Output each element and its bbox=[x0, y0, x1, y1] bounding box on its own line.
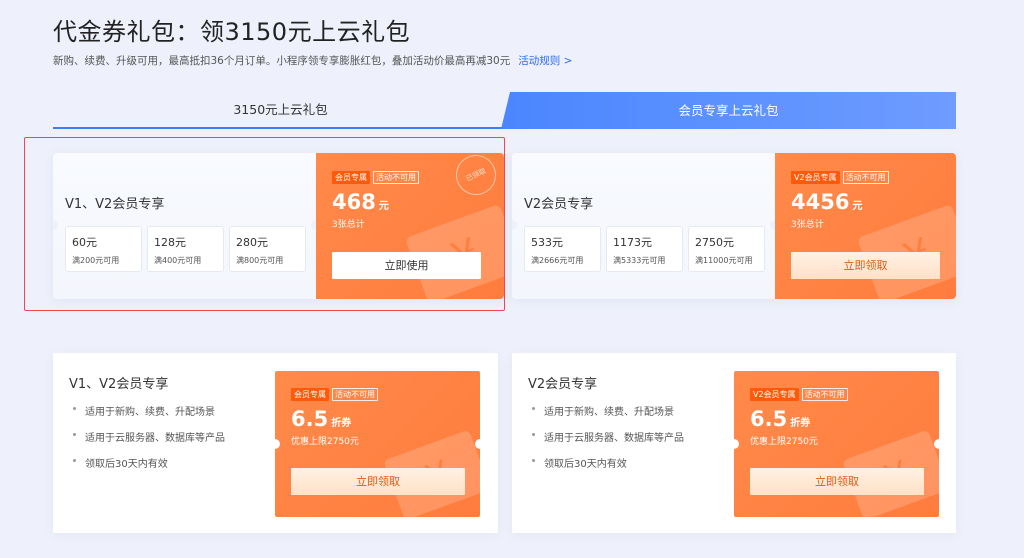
voucher-condition: 满5333元可用 bbox=[613, 256, 666, 265]
discount-cap: 优惠上限2750元 bbox=[291, 437, 359, 447]
total-unit: 元 bbox=[852, 201, 863, 212]
feature-item: 适用于新购、续费、升配场景 bbox=[73, 403, 225, 418]
ticket-info: V1、V2会员专享 60元 满200元可用 128元 满400元可用 280元 … bbox=[53, 153, 321, 299]
voucher-chip: 280元 满800元可用 bbox=[229, 226, 306, 272]
voucher-amount: 128元 bbox=[154, 236, 186, 249]
feature-list: 适用于新购、续费、升配场景 适用于云服务器、数据库等产品 领取后30天内有效 bbox=[73, 403, 225, 481]
claim-now-button[interactable]: 立即领取 bbox=[791, 252, 940, 279]
badges: 会员专属 活动不可用 bbox=[332, 171, 504, 184]
ticket-card-v1v2: V1、V2会员专享 60元 满200元可用 128元 满400元可用 280元 … bbox=[53, 153, 504, 299]
page-subtitle: 新购、续费、升级可用，最高抵扣36个月订单。小程序领专享膨胀红包，叠加活动价最高… bbox=[53, 53, 572, 68]
tab-3150-gift[interactable]: 3150元上云礼包 bbox=[53, 92, 508, 129]
member-badge: 会员专属 bbox=[291, 388, 329, 401]
badges: V2会员专属 活动不可用 bbox=[791, 171, 956, 184]
claim-now-button[interactable]: 立即领取 bbox=[291, 468, 465, 495]
voucher-condition: 满200元可用 bbox=[72, 256, 120, 265]
ticket-info: V2会员专享 533元 满2666元可用 1173元 满5333元可用 2750… bbox=[512, 153, 780, 299]
badges: 会员专属 活动不可用 bbox=[291, 388, 480, 401]
discount-name: V1、V2会员专享 bbox=[69, 377, 169, 392]
yen-ticket-icon: ¥ bbox=[406, 205, 504, 299]
total-value: 468 元 bbox=[332, 190, 504, 214]
badges: V2会员专属 活动不可用 bbox=[750, 388, 939, 401]
status-badge: 活动不可用 bbox=[842, 171, 889, 184]
status-badge: 活动不可用 bbox=[332, 388, 378, 401]
member-badge: 会员专属 bbox=[332, 171, 370, 184]
total-amount: 4456 bbox=[791, 190, 850, 214]
discount-value: 6.5 折券 bbox=[291, 407, 480, 431]
rules-link[interactable]: 活动规则 > bbox=[518, 55, 572, 67]
yen-ticket-icon: ¥ bbox=[858, 205, 956, 299]
total-note: 3张总计 bbox=[332, 220, 365, 230]
discount-coupon: ¥ V2会员专属 活动不可用 6.5折券 优惠上限2750元 立即领取 bbox=[734, 371, 939, 517]
voucher-chips: 60元 满200元可用 128元 满400元可用 280元 满800元可用 bbox=[65, 226, 316, 272]
feature-item: 适用于新购、续费、升配场景 bbox=[532, 403, 684, 418]
feature-item: 适用于云服务器、数据库等产品 bbox=[532, 429, 684, 444]
feature-item: 领取后30天内有效 bbox=[73, 455, 225, 470]
voucher-condition: 满800元可用 bbox=[236, 256, 284, 265]
voucher-chip: 2750元 满11000元可用 bbox=[688, 226, 765, 272]
voucher-amount: 1173元 bbox=[613, 236, 652, 249]
ticket-name: V2会员专享 bbox=[524, 197, 594, 212]
use-now-button[interactable]: 立即使用 bbox=[332, 252, 481, 279]
ticket-value-panel: ¥ 已领取 会员专属 活动不可用 468元 3张总计 立即使用 bbox=[316, 153, 504, 299]
status-badge: 活动不可用 bbox=[801, 388, 848, 401]
total-value: 4456 元 bbox=[791, 190, 956, 214]
discount-unit: 折券 bbox=[790, 418, 811, 429]
tab-bar: 3150元上云礼包 会员专享上云礼包 bbox=[53, 92, 956, 129]
discount-card-v1v2: V1、V2会员专享 适用于新购、续费、升配场景 适用于云服务器、数据库等产品 领… bbox=[53, 353, 498, 533]
feature-item: 领取后30天内有效 bbox=[532, 455, 684, 470]
member-badge: V2会员专属 bbox=[791, 171, 840, 184]
feature-list: 适用于新购、续费、升配场景 适用于云服务器、数据库等产品 领取后30天内有效 bbox=[532, 403, 684, 481]
discount-rate: 6.5 bbox=[291, 407, 329, 431]
member-badge: V2会员专属 bbox=[750, 388, 799, 401]
ticket-value-panel: ¥ V2会员专属 活动不可用 4456元 3张总计 立即领取 bbox=[775, 153, 956, 299]
page-title: 代金券礼包：领3150元上云礼包 bbox=[53, 18, 411, 46]
discount-unit: 折券 bbox=[331, 418, 352, 429]
voucher-condition: 满400元可用 bbox=[154, 256, 202, 265]
status-badge: 活动不可用 bbox=[373, 171, 419, 184]
ticket-card-v2: V2会员专享 533元 满2666元可用 1173元 满5333元可用 2750… bbox=[512, 153, 956, 299]
voucher-amount: 2750元 bbox=[695, 236, 734, 249]
voucher-amount: 533元 bbox=[531, 236, 563, 249]
voucher-chip: 128元 满400元可用 bbox=[147, 226, 224, 272]
voucher-condition: 满11000元可用 bbox=[695, 256, 753, 265]
discount-value: 6.5 折券 bbox=[750, 407, 939, 431]
discount-cap: 优惠上限2750元 bbox=[750, 437, 818, 447]
subtitle-text: 新购、续费、升级可用，最高抵扣36个月订单。小程序领专享膨胀红包，叠加活动价最高… bbox=[53, 55, 511, 67]
total-amount: 468 bbox=[332, 190, 376, 214]
voucher-amount: 60元 bbox=[72, 236, 97, 249]
tab-member-gift[interactable]: 会员专享上云礼包 bbox=[501, 92, 956, 129]
voucher-condition: 满2666元可用 bbox=[531, 256, 584, 265]
total-unit: 元 bbox=[378, 201, 389, 212]
voucher-chip: 1173元 满5333元可用 bbox=[606, 226, 683, 272]
discount-coupon: ¥ 会员专属 活动不可用 6.5折券 优惠上限2750元 立即领取 bbox=[275, 371, 480, 517]
feature-item: 适用于云服务器、数据库等产品 bbox=[73, 429, 225, 444]
discount-card-v2: V2会员专享 适用于新购、续费、升配场景 适用于云服务器、数据库等产品 领取后3… bbox=[512, 353, 956, 533]
total-note: 3张总计 bbox=[791, 220, 824, 230]
discount-name: V2会员专享 bbox=[528, 377, 598, 392]
voucher-amount: 280元 bbox=[236, 236, 268, 249]
claim-now-button[interactable]: 立即领取 bbox=[750, 468, 924, 495]
discount-rate: 6.5 bbox=[750, 407, 788, 431]
voucher-chip: 60元 满200元可用 bbox=[65, 226, 142, 272]
voucher-chip: 533元 满2666元可用 bbox=[524, 226, 601, 272]
voucher-chips: 533元 满2666元可用 1173元 满5333元可用 2750元 满1100… bbox=[524, 226, 775, 272]
ticket-name: V1、V2会员专享 bbox=[65, 197, 165, 212]
